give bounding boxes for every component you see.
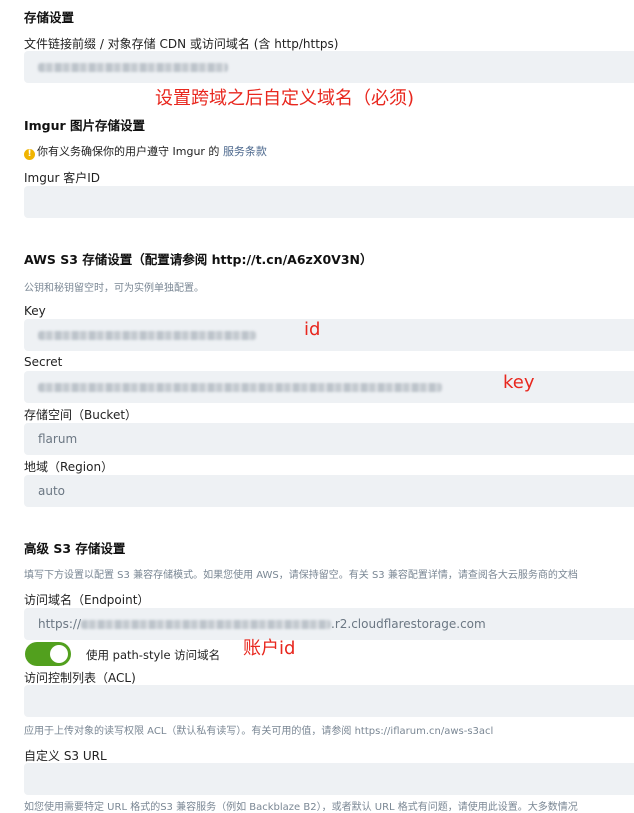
- annotation-custom-domain: 设置跨域之后自定义域名（必须): [155, 88, 415, 109]
- s3-secret-label: Secret: [24, 355, 63, 369]
- s3-bucket-label: 存储空间（Bucket）: [24, 408, 138, 422]
- imgur-section-title: Imgur 图片存储设置: [24, 118, 146, 133]
- url-prefix-label: 文件链接前缀 / 对象存储 CDN 或访问域名 (含 http/https): [24, 37, 339, 51]
- endpoint-prefix: https://: [38, 617, 82, 631]
- s3-key-input[interactable]: [24, 319, 634, 351]
- annotation-id: id: [304, 319, 321, 340]
- advanced-s3-section-title: 高级 S3 存储设置: [24, 541, 126, 556]
- redacted-value: [38, 383, 442, 392]
- imgur-client-id-input[interactable]: [24, 186, 634, 218]
- annotation-key: key: [503, 372, 535, 393]
- storage-section-title: 存储设置: [24, 10, 75, 25]
- custom-s3-url-label: 自定义 S3 URL: [24, 749, 107, 763]
- imgur-notice-text: 你有义务确保你的用户遵守 Imgur 的: [37, 145, 220, 158]
- imgur-client-id-label: Imgur 客户ID: [24, 171, 100, 185]
- acl-help-text: 应用于上传对象的读写权限 ACL（默认私有读写）。有关可用的值，请参阅 http…: [24, 726, 494, 737]
- custom-s3-url-help-text: 如您使用需要特定 URL 格式的S3 兼容服务（例如 Backblaze B2）…: [24, 802, 578, 813]
- redacted-value: [38, 331, 256, 340]
- warning-icon: !: [24, 149, 35, 160]
- advanced-s3-help-text: 填写下方设置以配置 S3 兼容存储模式。如果您使用 AWS，请保持留空。有关 S…: [24, 570, 578, 581]
- endpoint-suffix: .r2.cloudflarestorage.com: [331, 617, 486, 631]
- s3-region-input[interactable]: auto: [24, 475, 634, 507]
- redacted-value: [38, 63, 228, 72]
- s3-region-label: 地域（Region）: [24, 460, 114, 474]
- endpoint-label: 访问域名（Endpoint）: [24, 593, 150, 607]
- custom-s3-url-input[interactable]: [24, 763, 634, 795]
- acl-label: 访问控制列表（ACL): [24, 671, 136, 685]
- s3-section-title: AWS S3 存储设置（配置请参阅 http://t.cn/A6zX0V3N）: [24, 252, 373, 267]
- s3-secret-input[interactable]: [24, 371, 634, 403]
- endpoint-input[interactable]: https:// .r2.cloudflarestorage.com: [24, 608, 634, 640]
- s3-key-label: Key: [24, 304, 46, 318]
- s3-help-text: 公钥和秘钥留空时，可为实例单独配置。: [24, 283, 204, 294]
- acl-input[interactable]: [24, 685, 634, 717]
- path-style-label: 使用 path-style 访问域名: [86, 648, 221, 662]
- url-prefix-input[interactable]: [24, 51, 634, 83]
- toggle-knob: [50, 645, 68, 663]
- terms-of-service-link[interactable]: 服务条款: [223, 145, 267, 158]
- imgur-notice: ! 你有义务确保你的用户遵守 Imgur 的 服务条款: [24, 143, 267, 160]
- redacted-value: [81, 620, 332, 629]
- annotation-account-id: 账户id: [243, 638, 296, 659]
- s3-bucket-input[interactable]: flarum: [24, 423, 634, 455]
- path-style-toggle[interactable]: [25, 642, 71, 666]
